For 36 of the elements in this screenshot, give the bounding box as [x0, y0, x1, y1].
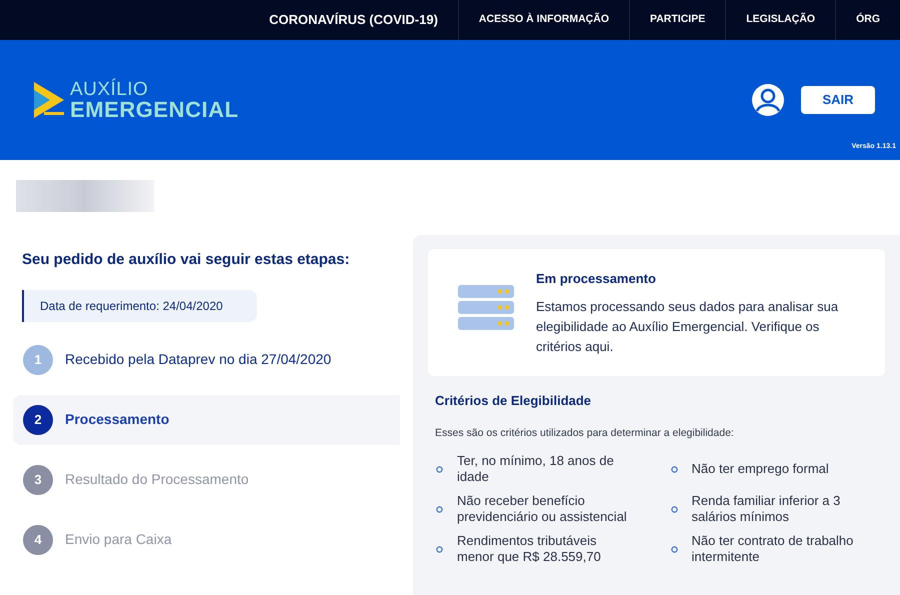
bullet-icon: [670, 546, 678, 553]
nav-link[interactable]: CORONAVÍRUS (COVID-19): [249, 10, 458, 30]
steps-title: Seu pedido de auxílio vai seguir estas etapas:: [21, 250, 351, 270]
criteria-item: Ter, no mínimo, 18 anos de idade: [457, 453, 615, 486]
criteria-item: Não ter contrato de trabalho intermitente: [692, 533, 854, 566]
user-icon[interactable]: [751, 83, 785, 117]
criteria-title: Critérios de Elegibilidade: [434, 392, 592, 410]
step-label: Resultado do Processamento: [65, 470, 249, 489]
logout-button[interactable]: SAIR: [801, 86, 875, 114]
server-icon: [458, 285, 514, 333]
step-number: 3: [23, 464, 53, 494]
bullet-icon: [436, 546, 443, 553]
nav-link[interactable]: ÓRG: [836, 12, 900, 28]
logo-title: AUXÍLIO: [70, 80, 150, 98]
step-label: Recebido pela Dataprev no dia 27/04/2020: [65, 350, 332, 369]
nav-link[interactable]: PARTICIPE: [630, 12, 726, 28]
request-date-badge: Data de requerimento: 24/04/2020: [22, 290, 257, 322]
step-label: Envio para Caixa: [65, 530, 172, 549]
bullet-icon: [670, 466, 678, 473]
step-number: 1: [23, 344, 53, 374]
bullet-icon: [670, 506, 678, 513]
status-title: Em processamento: [536, 270, 657, 288]
nav-link[interactable]: ACESSO À INFORMAÇÃO: [458, 12, 629, 28]
criteria-intro: Esses são os critérios utilizados para determinar a elegibilidade:: [434, 426, 735, 440]
step-label: Processamento: [65, 410, 170, 429]
criteria-item: Não ter emprego formal: [692, 461, 830, 478]
nav-link[interactable]: LEGISLAÇÃO: [726, 12, 836, 28]
step-number: 2: [23, 404, 53, 434]
criteria-item: Rendimentos tributáveis menor que R$ 28.559,70: [457, 533, 602, 566]
step-number: 4: [23, 524, 53, 554]
logo-subtitle: EMERGENCIAL: [70, 98, 239, 120]
bullet-icon: [436, 506, 443, 513]
status-text: Estamos processando seus dados para analisar sua elegibilidade ao Auxílio Emergencial. Verifique os critérios aqui.: [536, 298, 840, 356]
bullet-icon: [436, 466, 443, 473]
criteria-item: Renda familiar inferior a 3 salários mínimos: [692, 493, 842, 526]
criteria-item: Não receber benefício previdenciário ou assistencial: [457, 493, 628, 526]
